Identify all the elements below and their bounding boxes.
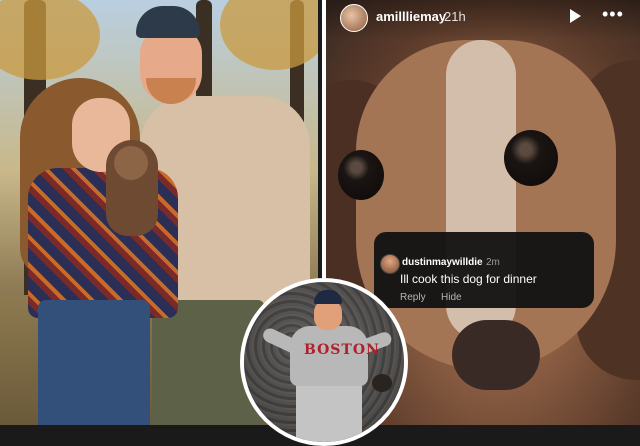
comment-text: Ill cook this dog for dinner	[400, 272, 537, 286]
dog-eye-right	[504, 130, 558, 186]
player-pants	[296, 382, 362, 442]
player-cap	[314, 290, 342, 304]
player-face	[314, 300, 342, 330]
story-avatar[interactable]	[340, 4, 368, 32]
commenter-avatar[interactable]	[380, 254, 400, 274]
comment-username[interactable]: dustinmaywilldie	[402, 257, 483, 268]
play-icon[interactable]	[570, 9, 581, 23]
jersey-lettering: BOSTON	[304, 342, 380, 358]
baseball-glove	[372, 374, 392, 392]
more-options-icon[interactable]: •••	[602, 5, 623, 23]
hide-button[interactable]: Hide	[441, 292, 462, 303]
comment-card: dustinmaywilldie 2m Ill cook this dog fo…	[374, 232, 594, 308]
comment-timestamp: 2m	[486, 257, 500, 268]
puppy-face	[114, 146, 148, 180]
story-username[interactable]: amillliemay	[376, 9, 446, 24]
dog-nose	[452, 320, 540, 390]
man-cap	[136, 6, 200, 38]
dog-eye-left	[338, 150, 384, 200]
pitcher-inset-photo: BOSTON	[240, 278, 408, 446]
foliage	[0, 0, 100, 80]
woman-jeans	[38, 300, 150, 425]
story-timestamp: 21h	[444, 9, 466, 24]
story-header	[326, 0, 640, 40]
foliage	[220, 0, 318, 70]
